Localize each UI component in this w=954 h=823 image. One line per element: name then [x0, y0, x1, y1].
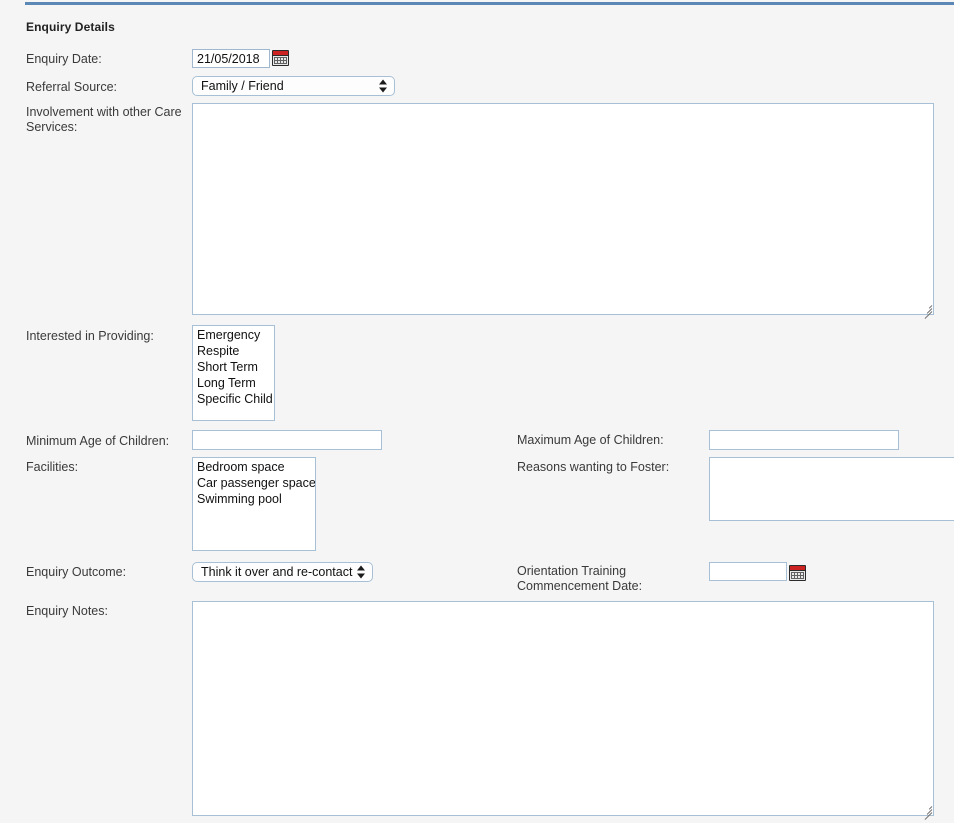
enquiry-outcome-select[interactable]: Think it over and re-contact	[192, 562, 373, 582]
list-item[interactable]: Short Term	[193, 359, 274, 375]
list-item[interactable]: Bedroom space	[193, 459, 315, 475]
referral-source-select[interactable]: Family / Friend	[192, 76, 395, 96]
referral-source-value: Family / Friend	[201, 79, 284, 93]
involvement-label: Involvement with other Care Services:	[26, 105, 182, 134]
enquiry-outcome-label: Enquiry Outcome:	[26, 565, 127, 579]
list-item[interactable]: Swimming pool	[193, 491, 315, 507]
enquiry-date-label: Enquiry Date:	[26, 52, 102, 66]
orientation-training-date-input[interactable]	[709, 562, 787, 581]
list-item[interactable]: Respite	[193, 343, 274, 359]
enquiry-outcome-value: Think it over and re-contact	[201, 565, 353, 579]
reasons-wanting-to-foster-textarea[interactable]	[709, 457, 954, 521]
facilities-label: Facilities:	[26, 460, 79, 474]
involvement-textarea[interactable]	[192, 103, 934, 315]
minimum-age-label: Minimum Age of Children:	[26, 434, 170, 448]
minimum-age-input[interactable]	[192, 430, 382, 450]
calendar-icon[interactable]	[789, 565, 806, 581]
interested-in-providing-label: Interested in Providing:	[26, 329, 154, 343]
maximum-age-input[interactable]	[709, 430, 899, 450]
list-item[interactable]: Emergency	[193, 327, 274, 343]
page-title: Enquiry Details	[26, 20, 115, 34]
enquiry-notes-label: Enquiry Notes:	[26, 604, 108, 618]
maximum-age-label: Maximum Age of Children:	[517, 433, 664, 447]
facilities-listbox[interactable]: Bedroom space Car passenger space Swimmi…	[192, 457, 316, 551]
list-item[interactable]: Long Term	[193, 375, 274, 391]
list-item[interactable]: Specific Child	[193, 391, 274, 407]
reasons-wanting-to-foster-label: Reasons wanting to Foster:	[517, 460, 670, 474]
orientation-training-date-label: Orientation Training Commencement Date:	[517, 564, 643, 593]
enquiry-date-input[interactable]	[192, 49, 270, 68]
calendar-icon[interactable]	[272, 50, 289, 66]
referral-source-label: Referral Source:	[26, 80, 118, 94]
enquiry-notes-textarea[interactable]	[192, 601, 934, 816]
interested-in-providing-listbox[interactable]: Emergency Respite Short Term Long Term S…	[192, 325, 275, 421]
stepper-arrows-icon	[357, 565, 366, 580]
list-item[interactable]: Car passenger space	[193, 475, 315, 491]
stepper-arrows-icon	[379, 79, 388, 94]
top-accent-rule	[25, 2, 954, 5]
